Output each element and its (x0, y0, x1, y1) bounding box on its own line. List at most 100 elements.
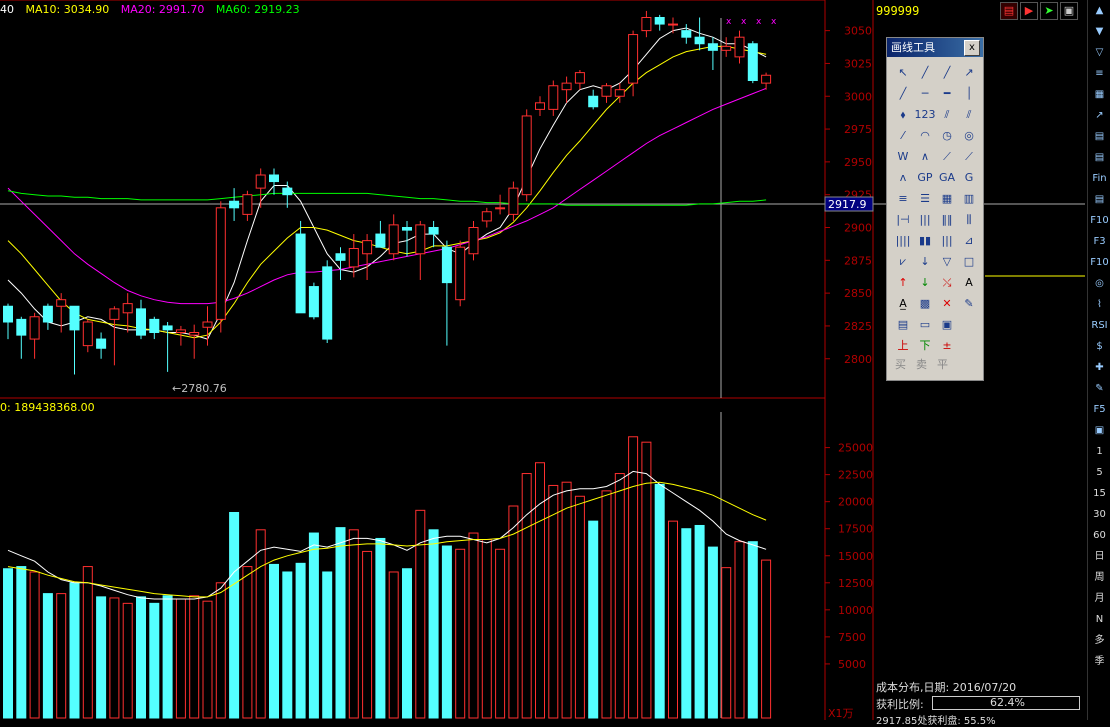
h-line-icon[interactable]: ─ (914, 83, 936, 104)
gann-box-icon[interactable]: ▥ (958, 188, 980, 209)
up-arrow-icon[interactable]: ↑ (892, 272, 914, 293)
time-cycle-icon[interactable]: |⊣ (892, 209, 914, 230)
paint-icon[interactable]: ✎ (958, 293, 980, 314)
sidebar-item[interactable]: ▼ (1088, 21, 1110, 42)
buy-mark-icon[interactable]: 上 (892, 335, 914, 356)
sell-label[interactable]: 卖 (916, 356, 927, 372)
sidebar-item[interactable]: N (1088, 609, 1110, 630)
sidebar-item[interactable]: F10 (1088, 252, 1110, 273)
fibo-time-icon[interactable]: ‖‖ (936, 209, 958, 230)
fibo-fan-icon[interactable]: ⫼ (958, 209, 980, 230)
candle-body (734, 36, 745, 58)
fibo-levels-icon[interactable]: ☰ (914, 188, 936, 209)
sidebar-item[interactable]: ≡ (1088, 63, 1110, 84)
gx-icon[interactable]: G (958, 167, 980, 188)
sidebar-item[interactable]: ✚ (1088, 357, 1110, 378)
parallel-lines-icon[interactable]: ⫽ (936, 104, 958, 125)
price-123-icon[interactable]: 123 (914, 104, 936, 125)
toolbox-close-button[interactable]: x (964, 40, 980, 56)
select-arrow-icon[interactable]: ↖ (892, 62, 914, 83)
sidebar-item[interactable]: 日 (1088, 546, 1110, 567)
arc-icon[interactable]: ◠ (914, 125, 936, 146)
equal-mark-icon[interactable]: ± (936, 335, 958, 356)
sidebar-item[interactable]: $ (1088, 336, 1110, 357)
flat-label[interactable]: 平 (937, 356, 948, 372)
down-green-arrow-icon[interactable]: ↓ (914, 272, 936, 293)
sidebar-item[interactable]: 15 (1088, 483, 1110, 504)
rectangle-icon[interactable]: □ (958, 251, 980, 272)
comb-icon[interactable]: ||| (936, 230, 958, 251)
barcode-icon[interactable]: ▮▮ (914, 230, 936, 251)
volume-bar (428, 529, 439, 719)
window-icon[interactable]: ▣ (1060, 2, 1078, 20)
delete-icon[interactable]: ✕ (936, 293, 958, 314)
volume-bar (761, 559, 772, 719)
flag-arrows-icon[interactable]: ⤯ (936, 272, 958, 293)
circle-icon[interactable]: ◷ (936, 125, 958, 146)
note-icon[interactable]: ▤ (892, 314, 914, 335)
gann-fan-icon[interactable]: ▦ (936, 188, 958, 209)
sidebar-item[interactable]: 60 (1088, 525, 1110, 546)
triangle-icon[interactable]: ▽ (936, 251, 958, 272)
sell-mark-icon[interactable]: 下 (914, 335, 936, 356)
dashed-line-icon[interactable]: ⁄ (892, 125, 914, 146)
arrow-line-icon[interactable]: ↗ (958, 62, 980, 83)
sidebar-item[interactable]: F5 (1088, 399, 1110, 420)
wave-icon[interactable]: W (892, 146, 914, 167)
polyline-icon[interactable]: ⟋ (958, 146, 980, 167)
chart-stage[interactable]: 3050 3025 3000 2975 2950 2925 2900 2875 2850 2825… (0, 0, 1110, 727)
sidebar-item[interactable]: 30 (1088, 504, 1110, 525)
sidebar-item[interactable]: 月 (1088, 588, 1110, 609)
fibo-retrace-icon[interactable]: ≡ (892, 188, 914, 209)
sidebar-item[interactable]: ▤ (1088, 147, 1110, 168)
text-icon[interactable]: A (958, 272, 980, 293)
fan-lines-icon[interactable]: ⩗ (892, 251, 914, 272)
sidebar-item[interactable]: ▣ (1088, 420, 1110, 441)
picture-icon[interactable]: ▣ (936, 314, 958, 335)
wave-m-icon[interactable]: ᴧ (892, 167, 914, 188)
sidebar-item[interactable]: 1 (1088, 441, 1110, 462)
sidebar-item[interactable]: 5 (1088, 462, 1110, 483)
line-icon[interactable]: ╱ (914, 62, 936, 83)
segment-icon[interactable]: ╱ (892, 83, 914, 104)
trend-icon[interactable]: ⟋ (936, 146, 958, 167)
sidebar-item[interactable]: F10 (1088, 210, 1110, 231)
flag-icon[interactable]: ▶ (1020, 2, 1038, 20)
sidebar-item[interactable]: ⌇ (1088, 294, 1110, 315)
v-line-icon[interactable]: │ (958, 83, 980, 104)
ray-icon[interactable]: ╱ (936, 62, 958, 83)
zigzag-icon[interactable]: ∧ (914, 146, 936, 167)
h-ray-icon[interactable]: ━ (936, 83, 958, 104)
line-fan-icon[interactable]: ⊿ (958, 230, 980, 251)
sidebar-item[interactable]: ◎ (1088, 273, 1110, 294)
arrow-icon[interactable]: ➤ (1040, 2, 1058, 20)
sidebar-item[interactable]: ▤ (1088, 126, 1110, 147)
sidebar-item[interactable]: ↗ (1088, 105, 1110, 126)
sidebar-item[interactable]: F3 (1088, 231, 1110, 252)
point-icon[interactable]: ⬧ (892, 104, 914, 125)
sidebar-item[interactable]: 多 (1088, 630, 1110, 651)
sidebar-item[interactable]: 季 (1088, 651, 1110, 672)
period-lines-icon[interactable]: ||| (914, 209, 936, 230)
panel-icon[interactable]: ▭ (914, 314, 936, 335)
drawing-toolbox[interactable]: 画线工具 x ↖ ╱ ╱ ↗ ╱ ─ ━ │ ⬧ 123 ⫽ ⫽ ⁄ ◠ ◷ ◎ W ∧ ⟋ ⟋ ᴧ GP GA G ≡ ☰ ▦ ▥ |… (886, 37, 984, 381)
block-icon[interactable]: ▩ (914, 293, 936, 314)
sidebar-item[interactable]: ▲ (1088, 0, 1110, 21)
down-arrow-icon[interactable]: ↓ (914, 251, 936, 272)
sidebar-item[interactable]: Fin (1088, 168, 1110, 189)
sidebar-item[interactable]: ▽ (1088, 42, 1110, 63)
text-box-icon[interactable]: A̲ (892, 293, 914, 314)
ellipse-icon[interactable]: ◎ (958, 125, 980, 146)
sidebar-item[interactable]: ✎ (1088, 378, 1110, 399)
buy-label[interactable]: 买 (895, 356, 906, 372)
sidebar-item[interactable]: RSI (1088, 315, 1110, 336)
ga-icon[interactable]: GA (936, 167, 958, 188)
sidebar-item[interactable]: 周 (1088, 567, 1110, 588)
parallel-channel-icon[interactable]: ⫽ (958, 104, 980, 125)
toolbox-title-bar[interactable]: 画线工具 x (887, 38, 983, 57)
gp-icon[interactable]: GP (914, 167, 936, 188)
sidebar-item[interactable]: ▦ (1088, 84, 1110, 105)
sidebar-item[interactable]: ▤ (1088, 189, 1110, 210)
bars-icon[interactable]: |||| (892, 230, 914, 251)
draw-tool-icon[interactable]: ▤ (1000, 2, 1018, 20)
